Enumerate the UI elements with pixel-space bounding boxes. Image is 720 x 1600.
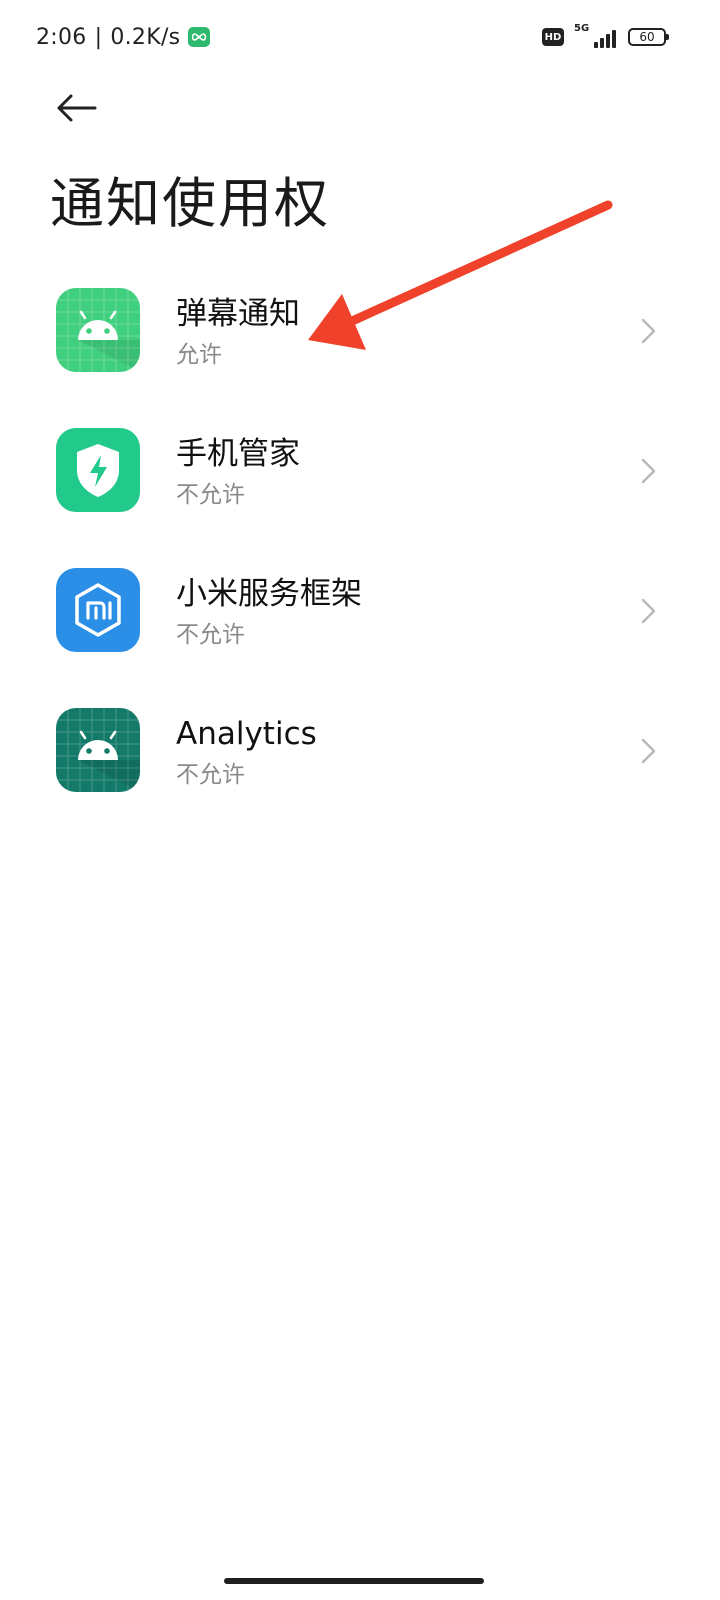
- mi-hexagon-icon: [56, 568, 140, 652]
- page-title: 通知使用权: [50, 172, 330, 235]
- app-permission-status: 不允许: [176, 762, 245, 788]
- status-separator: |: [94, 24, 103, 50]
- status-time: 2:06: [36, 24, 87, 50]
- android-robot-icon: [56, 288, 140, 372]
- item-text: 弹幕通知 允许: [176, 292, 300, 372]
- chevron-right-icon: [641, 318, 656, 344]
- app-list: 弹幕通知 允许 手机管家 不允许 小米服务框架 不允许 Analytics 不允…: [0, 270, 720, 830]
- chevron-right-icon: [641, 738, 656, 764]
- status-right: HD 5G 60: [542, 22, 669, 52]
- android-robot-icon: [56, 708, 140, 792]
- chevron-right-icon: [641, 458, 656, 484]
- signal-bars: [594, 30, 616, 48]
- shield-lightning-icon: [56, 428, 140, 512]
- battery-level: 60: [639, 30, 655, 44]
- app-permission-status: 允许: [176, 342, 222, 368]
- app-name: 手机管家: [176, 436, 300, 472]
- status-left: 2:06 | 0.2K/s: [36, 22, 211, 52]
- list-item-analytics[interactable]: Analytics 不允许: [0, 690, 720, 830]
- signal-icon: 5G: [572, 24, 616, 50]
- item-text: 小米服务框架 不允许: [176, 572, 362, 652]
- hd-badge: HD: [542, 28, 564, 46]
- app-permission-status: 不允许: [176, 482, 245, 508]
- list-item-xiaomi-service-framework[interactable]: 小米服务框架 不允许: [0, 550, 720, 690]
- home-indicator[interactable]: [224, 1578, 484, 1584]
- app-permission-status: 不允许: [176, 622, 245, 648]
- chevron-right-icon: [641, 598, 656, 624]
- app-name: Analytics: [176, 716, 317, 752]
- app-name: 弹幕通知: [176, 296, 300, 332]
- item-text: Analytics 不允许: [176, 712, 317, 792]
- list-item-danmu-notify[interactable]: 弹幕通知 允许: [0, 270, 720, 410]
- list-item-phone-manager[interactable]: 手机管家 不允许: [0, 410, 720, 550]
- item-text: 手机管家 不允许: [176, 432, 300, 512]
- status-bar: 2:06 | 0.2K/s HD 5G 60: [0, 0, 720, 72]
- infinity-app-icon: [188, 27, 211, 47]
- app-name: 小米服务框架: [176, 576, 362, 612]
- back-button[interactable]: [50, 86, 102, 130]
- battery-icon: 60: [628, 28, 669, 46]
- network-type-label: 5G: [574, 23, 590, 34]
- back-arrow-icon: [57, 94, 97, 122]
- status-net-speed: 0.2K/s: [110, 24, 181, 50]
